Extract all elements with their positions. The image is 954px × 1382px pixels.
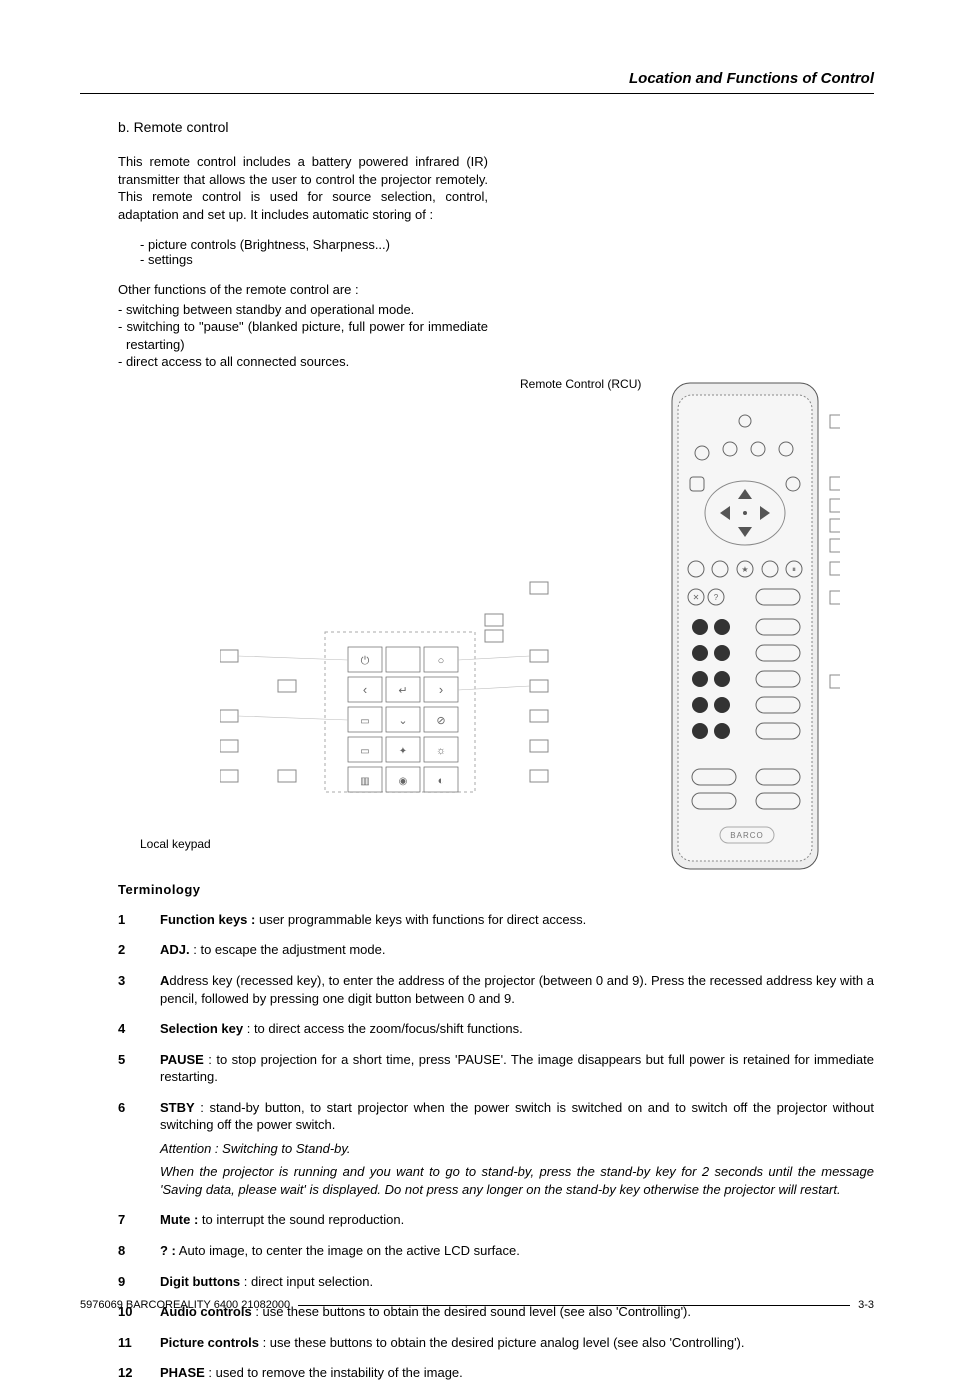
footer-left: 5976069 BARCOREALITY 6400 21082000 xyxy=(80,1299,290,1311)
svg-text:▭: ▭ xyxy=(360,716,369,727)
brand-label: BARCO xyxy=(730,831,763,840)
term-text: STBY : stand-by button, to start project… xyxy=(160,1099,874,1199)
remote-control-figure: ★ ⏸ ✕ ? xyxy=(660,379,840,882)
svg-text:▭: ▭ xyxy=(360,746,369,757)
term-number: 2 xyxy=(118,941,160,959)
svg-text:✕: ✕ xyxy=(693,593,700,602)
term-row: 5PAUSE : to stop projection for a short … xyxy=(118,1051,874,1086)
intro-paragraph: This remote control includes a battery p… xyxy=(118,153,488,223)
svg-text:✦: ✦ xyxy=(399,746,407,757)
term-row: 12PHASE : used to remove the instability… xyxy=(118,1364,874,1382)
svg-text:○: ○ xyxy=(438,655,445,667)
term-row: 2ADJ. : to escape the adjustment mode. xyxy=(118,941,874,959)
svg-text:‹: ‹ xyxy=(363,682,367,697)
section-heading: b. Remote control xyxy=(118,119,874,135)
footer-rule xyxy=(298,1305,850,1306)
term-number: 9 xyxy=(118,1273,160,1291)
term-row: 6STBY : stand-by button, to start projec… xyxy=(118,1099,874,1199)
term-text: ? : Auto image, to center the image on t… xyxy=(160,1242,874,1260)
svg-text:›: › xyxy=(439,682,443,697)
svg-text:↵: ↵ xyxy=(398,685,407,697)
svg-text:⏻: ⏻ xyxy=(361,655,370,667)
svg-text:▥: ▥ xyxy=(360,776,369,787)
term-text: Selection key : to direct access the zoo… xyxy=(160,1020,874,1038)
term-number: 6 xyxy=(118,1099,160,1199)
intro-bullet: - settings xyxy=(140,252,874,267)
term-row: 1Function keys : user programmable keys … xyxy=(118,911,874,929)
rcu-caption: Remote Control (RCU) xyxy=(520,377,641,391)
term-number: 5 xyxy=(118,1051,160,1086)
term-number: 3 xyxy=(118,972,160,1007)
term-row: 11Picture controls : use these buttons t… xyxy=(118,1334,874,1352)
term-text: Mute : to interrupt the sound reproducti… xyxy=(160,1211,874,1229)
term-number: 1 xyxy=(118,911,160,929)
svg-text:☼: ☼ xyxy=(436,745,446,757)
terminology-list: 1Function keys : user programmable keys … xyxy=(118,911,874,1382)
term-row: 8? : Auto image, to center the image on … xyxy=(118,1242,874,1260)
term-number: 7 xyxy=(118,1211,160,1229)
intro-bullets: - picture controls (Brightness, Sharpnes… xyxy=(140,237,874,267)
footer-right: 3-3 xyxy=(858,1299,874,1311)
intro-bullet: - picture controls (Brightness, Sharpnes… xyxy=(140,237,874,252)
term-text: Digit buttons : direct input selection. xyxy=(160,1273,874,1291)
svg-text:⊘: ⊘ xyxy=(436,715,445,727)
term-number: 4 xyxy=(118,1020,160,1038)
local-keypad-figure: ⏻ ○ ‹ ↵ › ▭ ⌄ ⊘ ▭ ✦ ☼ ▥ ◉ ◐ xyxy=(220,552,560,825)
term-number: 11 xyxy=(118,1334,160,1352)
term-text: PHASE : used to remove the instability o… xyxy=(160,1364,874,1382)
svg-text:◐: ◐ xyxy=(438,775,445,787)
svg-text:★: ★ xyxy=(741,565,748,574)
keypad-caption: Local keypad xyxy=(140,837,211,851)
term-text: Function keys : user programmable keys w… xyxy=(160,911,874,929)
term-text: PAUSE : to stop projection for a short t… xyxy=(160,1051,874,1086)
term-row: 4Selection key : to direct access the zo… xyxy=(118,1020,874,1038)
terminology-heading: Terminology xyxy=(118,882,874,897)
page-footer: 5976069 BARCOREALITY 6400 21082000 3-3 xyxy=(80,1299,874,1311)
other-item: - direct access to all connected sources… xyxy=(118,353,488,371)
page-header-title: Location and Functions of Control xyxy=(629,70,874,87)
term-text: Picture controls : use these buttons to … xyxy=(160,1334,874,1352)
term-row: 3Address key (recessed key), to enter th… xyxy=(118,972,874,1007)
term-row: 7Mute : to interrupt the sound reproduct… xyxy=(118,1211,874,1229)
svg-text:◉: ◉ xyxy=(399,776,408,787)
other-intro: Other functions of the remote control ar… xyxy=(118,281,488,299)
page-header: Location and Functions of Control xyxy=(80,70,874,94)
term-number: 8 xyxy=(118,1242,160,1260)
other-item: - switching between standby and operatio… xyxy=(118,301,488,319)
term-text: ADJ. : to escape the adjustment mode. xyxy=(160,941,874,959)
other-item: - switching to "pause" (blanked picture,… xyxy=(118,318,488,353)
other-functions: Other functions of the remote control ar… xyxy=(118,281,488,371)
svg-text:?: ? xyxy=(714,593,719,602)
term-number: 12 xyxy=(118,1364,160,1382)
svg-text:⏸: ⏸ xyxy=(792,565,796,574)
svg-text:⌄: ⌄ xyxy=(398,715,407,727)
term-row: 9Digit buttons : direct input selection. xyxy=(118,1273,874,1291)
term-text: Address key (recessed key), to enter the… xyxy=(160,972,874,1007)
